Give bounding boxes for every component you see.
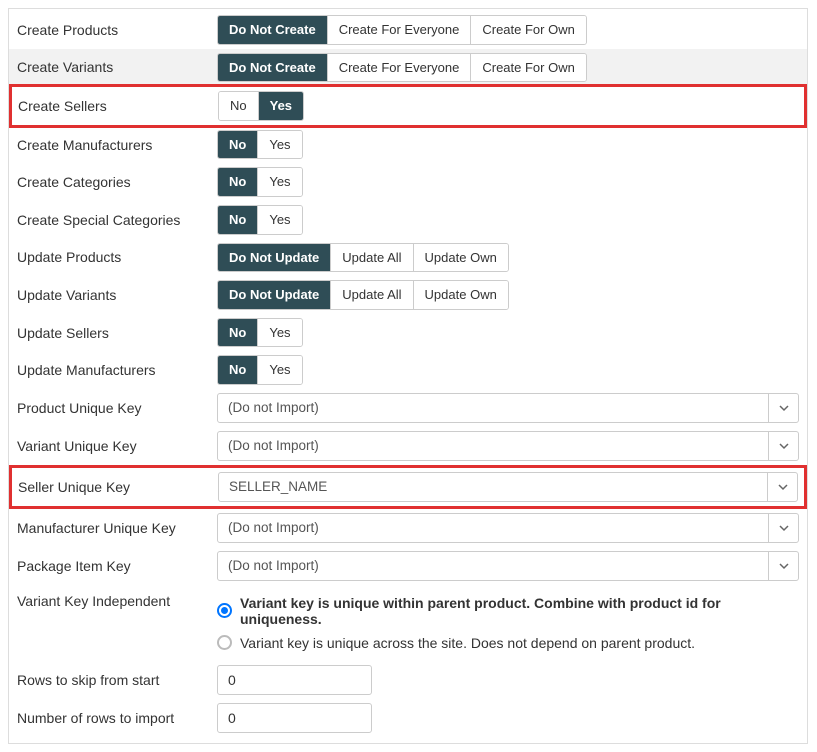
opt-no[interactable]: No	[218, 319, 258, 347]
toggle-create-special-categories: No Yes	[217, 205, 303, 235]
select-value: (Do not Import)	[218, 514, 768, 542]
select-value: (Do not Import)	[218, 394, 768, 422]
toggle-create-manufacturers: No Yes	[217, 130, 303, 160]
row-update-sellers: Update Sellers No Yes	[9, 314, 807, 352]
row-create-products: Create Products Do Not Create Create For…	[9, 11, 807, 49]
label-create-manufacturers: Create Manufacturers	[17, 137, 217, 153]
opt-yes[interactable]: Yes	[258, 168, 301, 196]
opt-do-not-create[interactable]: Do Not Create	[218, 16, 328, 44]
opt-update-own[interactable]: Update Own	[414, 244, 508, 272]
radio-opt-across-site[interactable]: Variant key is unique across the site. D…	[217, 633, 799, 657]
row-update-variants: Update Variants Do Not Update Update All…	[9, 276, 807, 314]
chevron-down-icon	[768, 394, 798, 422]
opt-update-own[interactable]: Update Own	[414, 281, 508, 309]
opt-create-everyone[interactable]: Create For Everyone	[328, 16, 472, 44]
toggle-update-sellers: No Yes	[217, 318, 303, 348]
toggle-create-sellers: No Yes	[218, 91, 304, 121]
row-update-products: Update Products Do Not Update Update All…	[9, 239, 807, 277]
select-product-key[interactable]: (Do not Import)	[217, 393, 799, 423]
row-manufacturer-key: Manufacturer Unique Key (Do not Import)	[9, 509, 807, 547]
opt-yes[interactable]: Yes	[258, 131, 301, 159]
toggle-create-products: Do Not Create Create For Everyone Create…	[217, 15, 587, 45]
label-create-categories: Create Categories	[17, 174, 217, 190]
toggle-update-variants: Do Not Update Update All Update Own	[217, 280, 509, 310]
label-create-variants: Create Variants	[17, 59, 217, 75]
opt-no[interactable]: No	[218, 131, 258, 159]
row-rows-import: Number of rows to import	[9, 699, 807, 737]
opt-yes[interactable]: Yes	[258, 356, 301, 384]
toggle-create-categories: No Yes	[217, 167, 303, 197]
opt-yes[interactable]: Yes	[259, 92, 303, 120]
select-manufacturer-key[interactable]: (Do not Import)	[217, 513, 799, 543]
chevron-down-icon	[768, 552, 798, 580]
opt-create-own[interactable]: Create For Own	[471, 16, 585, 44]
row-create-variants: Create Variants Do Not Create Create For…	[9, 49, 807, 87]
select-value: (Do not Import)	[218, 552, 768, 580]
label-variant-key: Variant Unique Key	[17, 438, 217, 454]
label-rows-import: Number of rows to import	[17, 710, 217, 726]
row-create-sellers: Create Sellers No Yes	[9, 84, 807, 128]
opt-no[interactable]: No	[218, 168, 258, 196]
opt-no[interactable]: No	[218, 206, 258, 234]
label-variant-independent: Variant Key Independent	[17, 593, 217, 609]
label-create-special-categories: Create Special Categories	[17, 212, 217, 228]
opt-update-all[interactable]: Update All	[331, 244, 413, 272]
toggle-update-products: Do Not Update Update All Update Own	[217, 243, 509, 273]
label-create-sellers: Create Sellers	[18, 98, 218, 114]
select-variant-key[interactable]: (Do not Import)	[217, 431, 799, 461]
label-update-products: Update Products	[17, 249, 217, 265]
opt-do-not-update[interactable]: Do Not Update	[218, 244, 331, 272]
opt-no[interactable]: No	[219, 92, 259, 120]
row-update-manufacturers: Update Manufacturers No Yes	[9, 351, 807, 389]
row-product-key: Product Unique Key (Do not Import)	[9, 389, 807, 427]
radio-icon	[217, 635, 232, 650]
chevron-down-icon	[768, 514, 798, 542]
toggle-update-manufacturers: No Yes	[217, 355, 303, 385]
row-package-key: Package Item Key (Do not Import)	[9, 547, 807, 585]
label-manufacturer-key: Manufacturer Unique Key	[17, 520, 217, 536]
input-rows-skip[interactable]	[217, 665, 372, 695]
row-create-manufacturers: Create Manufacturers No Yes	[9, 126, 807, 164]
label-package-key: Package Item Key	[17, 558, 217, 574]
label-update-manufacturers: Update Manufacturers	[17, 362, 217, 378]
select-value: SELLER_NAME	[219, 473, 767, 501]
label-product-key: Product Unique Key	[17, 400, 217, 416]
label-seller-key: Seller Unique Key	[18, 479, 218, 495]
label-create-products: Create Products	[17, 22, 217, 38]
settings-panel: Create Products Do Not Create Create For…	[8, 8, 808, 744]
row-seller-key: Seller Unique Key SELLER_NAME	[9, 465, 807, 509]
radio-icon	[217, 603, 232, 618]
toggle-create-variants: Do Not Create Create For Everyone Create…	[217, 53, 587, 83]
radio-label: Variant key is unique within parent prod…	[240, 595, 799, 627]
label-update-sellers: Update Sellers	[17, 325, 217, 341]
label-rows-skip: Rows to skip from start	[17, 672, 217, 688]
row-rows-skip: Rows to skip from start	[9, 661, 807, 699]
row-variant-key: Variant Unique Key (Do not Import)	[9, 427, 807, 465]
opt-yes[interactable]: Yes	[258, 206, 301, 234]
opt-create-everyone[interactable]: Create For Everyone	[328, 54, 472, 82]
chevron-down-icon	[768, 432, 798, 460]
opt-do-not-update[interactable]: Do Not Update	[218, 281, 331, 309]
row-variant-independent: Variant Key Independent Variant key is u…	[9, 585, 807, 661]
input-rows-import[interactable]	[217, 703, 372, 733]
select-package-key[interactable]: (Do not Import)	[217, 551, 799, 581]
opt-yes[interactable]: Yes	[258, 319, 301, 347]
opt-create-own[interactable]: Create For Own	[471, 54, 585, 82]
opt-update-all[interactable]: Update All	[331, 281, 413, 309]
radio-label: Variant key is unique across the site. D…	[240, 635, 695, 651]
opt-do-not-create[interactable]: Do Not Create	[218, 54, 328, 82]
radio-opt-within-parent[interactable]: Variant key is unique within parent prod…	[217, 593, 799, 633]
label-update-variants: Update Variants	[17, 287, 217, 303]
select-seller-key[interactable]: SELLER_NAME	[218, 472, 798, 502]
chevron-down-icon	[767, 473, 797, 501]
select-value: (Do not Import)	[218, 432, 768, 460]
opt-no[interactable]: No	[218, 356, 258, 384]
row-create-special-categories: Create Special Categories No Yes	[9, 201, 807, 239]
row-create-categories: Create Categories No Yes	[9, 163, 807, 201]
